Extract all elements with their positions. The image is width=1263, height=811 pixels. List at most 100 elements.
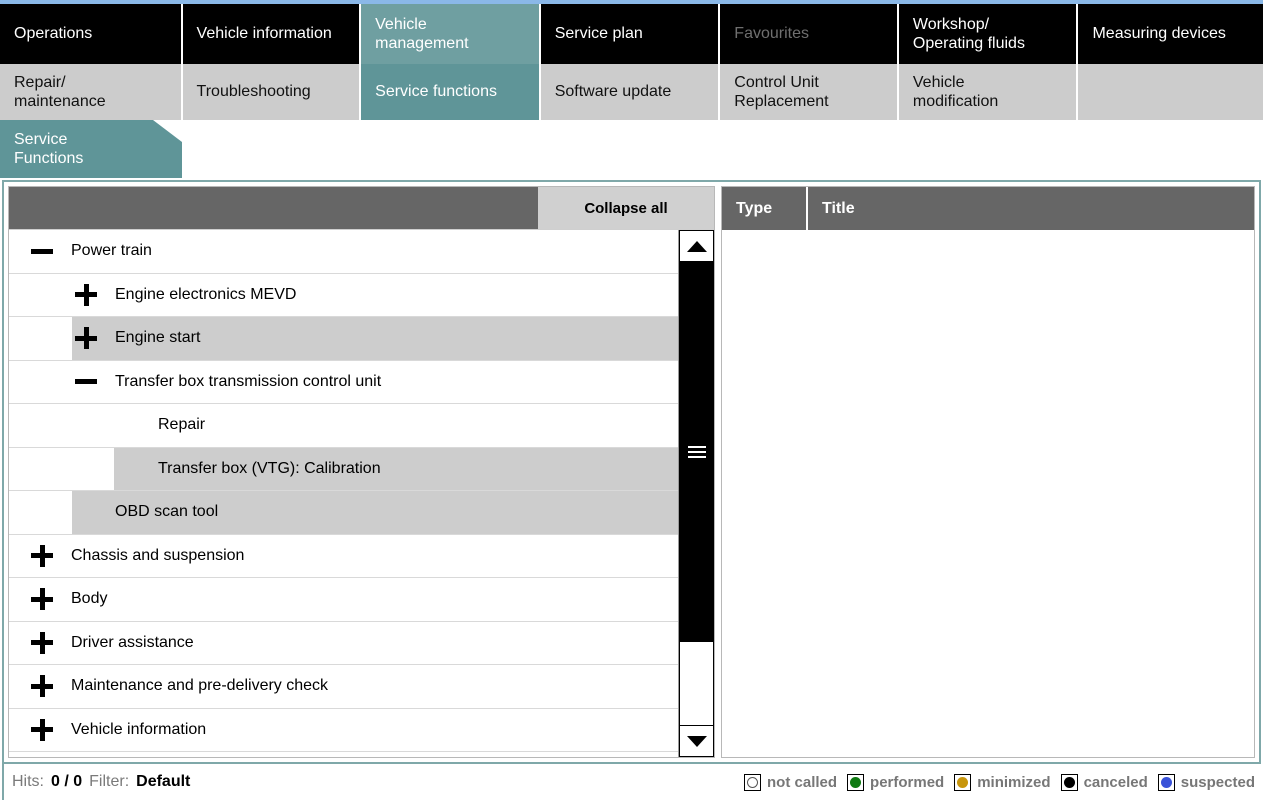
legend-item: suspected: [1157, 773, 1255, 791]
tab-service-plan[interactable]: Service plan: [540, 4, 719, 64]
secondary-tab-bar: Repair/ maintenance Troubleshooting Serv…: [0, 64, 1263, 120]
tab-label: Repair/ maintenance: [14, 73, 106, 111]
tree-row[interactable]: Chassis and suspension: [9, 535, 678, 578]
legend-label: suspected: [1180, 773, 1255, 791]
tab-label-line1: Vehicle: [375, 15, 427, 33]
scroll-down-button[interactable]: [679, 725, 714, 757]
tab-label-line2: management: [375, 35, 469, 52]
tree-row-label: Engine start: [115, 329, 201, 347]
column-header-type[interactable]: Type: [722, 187, 808, 230]
tab-label: Service functions: [375, 83, 497, 101]
tree-row-content: Chassis and suspension: [9, 535, 678, 578]
tab-label-line1: Repair/: [14, 73, 66, 91]
scrollbar-track[interactable]: [679, 262, 714, 725]
tab-label-line1: Vehicle: [912, 73, 965, 91]
tab-software-update[interactable]: Software update: [540, 64, 719, 120]
collapse-all-label: Collapse all: [584, 199, 668, 217]
tree-row[interactable]: OBD scan tool: [9, 491, 678, 535]
tree-body: Power train Engine electronics MEVD Engine…: [9, 229, 714, 757]
filter-label: Filter:: [89, 773, 130, 790]
tab-label: Service plan: [554, 25, 643, 43]
legend-item: minimized: [954, 773, 1051, 791]
legend-status-icon: [954, 773, 972, 791]
tab-label: Vehicle management: [375, 15, 468, 53]
tab-label: Control Unit Replacement: [734, 73, 828, 111]
tab-label-line1: Control Unit: [734, 73, 819, 91]
column-header-title[interactable]: Title: [808, 187, 1254, 230]
legend-label: performed: [870, 773, 945, 791]
tree-vertical-scrollbar[interactable]: [678, 230, 714, 757]
tree-row-content: Engine electronics MEVD: [9, 274, 678, 317]
hits-label: Hits:: [12, 773, 44, 790]
legend-status-icon: [847, 773, 865, 791]
tree-toolbar: Collapse all: [9, 187, 714, 229]
tree-row-label: Chassis and suspension: [71, 546, 245, 564]
legend-status-dot: [747, 776, 759, 788]
tab-label-line1: Workshop/: [912, 15, 990, 33]
tab-vehicle-information[interactable]: Vehicle information: [182, 4, 360, 64]
column-header-label: Type: [736, 199, 773, 217]
status-legend: not called performed minimized canceled susp…: [744, 773, 1255, 791]
tab-control-unit-replacement[interactable]: Control Unit Replacement: [720, 64, 897, 120]
tab-repair-maintenance[interactable]: Repair/ maintenance: [0, 64, 181, 120]
legend-status-icon: [744, 773, 762, 791]
column-header-label: Title: [822, 199, 855, 217]
hits-value: 0 / 0: [51, 773, 83, 790]
tree-list[interactable]: Power train Engine electronics MEVD Engine…: [9, 230, 678, 757]
tree-row[interactable]: Engine electronics MEVD: [9, 274, 678, 317]
results-panel: Type Title: [721, 186, 1255, 758]
filter-value[interactable]: Default: [136, 773, 190, 791]
tree-row-content: Body: [9, 578, 678, 621]
tree-row-content: Vehicle information: [9, 709, 678, 752]
tree-row-label: OBD scan tool: [115, 503, 219, 521]
tree-row-content: Maintenance and pre-delivery check: [9, 665, 678, 708]
tree-row[interactable]: Transfer box (VTG): Calibration: [9, 447, 678, 491]
legend-status-icon: [1157, 773, 1175, 791]
primary-tab-bar: Operations Vehicle information Vehicle m…: [0, 4, 1263, 64]
tab-workshop-operating-fluids[interactable]: Workshop/ Operating fluids: [898, 4, 1077, 64]
tab-label-line1: Service: [14, 130, 68, 148]
tree-row-label: Transfer box (VTG): Calibration: [158, 459, 381, 477]
tree-row-content: Engine start: [9, 317, 678, 360]
collapse-all-button[interactable]: Collapse all: [538, 187, 714, 229]
tree-row-content: Driver assistance: [9, 622, 678, 665]
tree-row[interactable]: Engine start: [9, 317, 678, 361]
tab-label: Measuring devices: [1092, 25, 1226, 43]
tree-row-label: Power train: [71, 242, 152, 260]
tab-label: Workshop/ Operating fluids: [913, 15, 1025, 53]
tab-service-functions[interactable]: Service functions: [361, 64, 539, 120]
status-bar: Hits: 0 / 0 Filter: Default not called pe…: [2, 764, 1261, 800]
tree-row[interactable]: Transfer box transmission control unit: [9, 361, 678, 404]
tertiary-tab-bar: Service Functions: [0, 120, 1263, 180]
legend-label: not called: [767, 773, 838, 791]
tree-row[interactable]: Vehicle information: [9, 709, 678, 752]
tree-row-label: Engine electronics MEVD: [115, 285, 297, 303]
tree-row[interactable]: Driver assistance: [9, 622, 678, 665]
triangle-up-icon: [686, 240, 707, 252]
legend-status-dot: [850, 776, 862, 788]
tab-operations[interactable]: Operations: [0, 4, 181, 64]
results-table-header: Type Title: [722, 187, 1254, 230]
legend-item: performed: [847, 773, 945, 791]
legend-item: not called: [744, 773, 838, 791]
tree-row[interactable]: Maintenance and pre-delivery check: [9, 665, 678, 709]
scrollbar-thumb[interactable]: [680, 262, 713, 642]
legend-item: canceled: [1060, 773, 1148, 791]
tree-row[interactable]: Power train: [9, 230, 678, 274]
tree-row[interactable]: Body: [9, 578, 678, 622]
tab-label: Software update: [554, 83, 672, 101]
legend-status-dot: [1063, 776, 1075, 788]
tab-measuring-devices[interactable]: Measuring devices: [1078, 4, 1263, 64]
tab-label: Favourites: [734, 25, 809, 43]
scroll-up-button[interactable]: [679, 230, 714, 262]
service-function-tree-panel: Collapse all Power train Engine electroni…: [8, 186, 715, 758]
tab-troubleshooting[interactable]: Troubleshooting: [182, 64, 360, 120]
results-table-body[interactable]: [722, 230, 1254, 757]
tab-vehicle-modification[interactable]: Vehicle modification: [898, 64, 1077, 120]
tree-row[interactable]: Repair: [9, 404, 678, 448]
tab-empty-slot: [1078, 64, 1263, 120]
tab-vehicle-management[interactable]: Vehicle management: [361, 4, 539, 64]
tab-favourites[interactable]: Favourites: [720, 4, 897, 64]
tab-service-functions-active[interactable]: Service Functions: [0, 120, 182, 178]
legend-label: canceled: [1083, 773, 1148, 791]
